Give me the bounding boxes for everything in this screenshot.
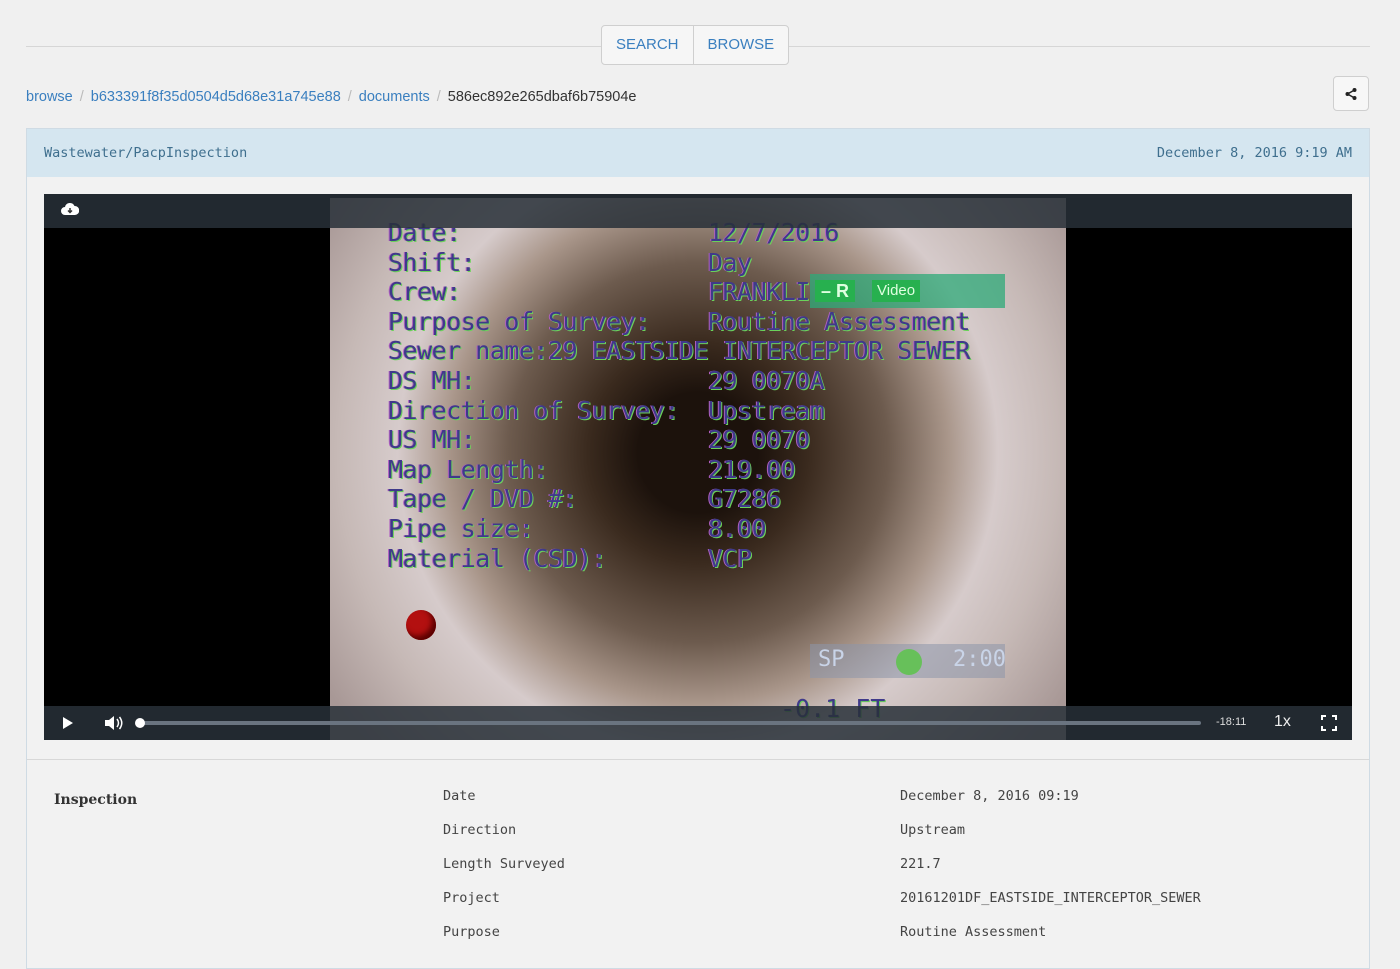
overlay-row: Pipe size: 8.00 <box>388 514 970 544</box>
overlay-value: Day <box>708 247 752 277</box>
detail-key: Length Surveyed <box>443 856 565 872</box>
overlay-row: Tape / DVD #: G7286 <box>388 484 970 514</box>
detail-key: Project <box>443 890 500 906</box>
overlay-row: DS MH: 29 0070A <box>388 366 970 396</box>
overlay-value: Routine Assessment <box>708 306 970 336</box>
document-date: December 8, 2016 9:19 AM <box>1156 145 1352 161</box>
detail-value: Routine Assessment <box>900 924 1047 940</box>
record-indicator-icon <box>406 610 436 640</box>
overlay-row: Direction of Survey: Upstream <box>388 396 970 426</box>
tab-browse[interactable]: BROWSE <box>692 26 789 64</box>
detail-value: 221.7 <box>900 856 941 872</box>
video-controls: -18:11 1x <box>44 706 1352 740</box>
detail-key: Date <box>443 788 476 804</box>
overlay-label: Material (CSD): <box>388 543 607 573</box>
video-sp-label: SP <box>818 647 845 672</box>
video-progress-bar[interactable] <box>135 718 1201 728</box>
breadcrumb-separator: / <box>347 89 352 105</box>
overlay-row: Sewer name:29 EASTSIDE INTERCEPTOR SEWER <box>388 336 971 366</box>
detail-value: December 8, 2016 09:19 <box>900 788 1079 804</box>
breadcrumb-separator: / <box>79 89 84 105</box>
video-top-bar <box>44 194 1352 228</box>
volume-icon[interactable] <box>104 715 124 731</box>
share-button[interactable] <box>1333 76 1369 111</box>
breadcrumb-link-browse[interactable]: browse <box>26 89 73 105</box>
overlay-value: FRANKLI <box>708 277 810 307</box>
detail-value: 20161201DF_EASTSIDE_INTERCEPTOR_SEWER <box>900 890 1201 906</box>
video-badge-video: Video <box>872 280 921 302</box>
video-progress-handle[interactable] <box>135 718 145 728</box>
tab-search[interactable]: SEARCH <box>602 26 693 64</box>
detail-key: Direction <box>443 822 517 838</box>
overlay-label: DS MH: <box>388 365 476 395</box>
overlay-row: US MH: 29 0070 <box>388 425 970 455</box>
overlay-value: 29 0070 <box>708 425 810 455</box>
inspection-details: Inspection Date December 8, 2016 09:19 Dir… <box>27 759 1369 940</box>
overlay-label: Map Length: <box>388 454 549 484</box>
breadcrumb-link-collection[interactable]: b633391f8f35d0504d5d68e31a745e88 <box>91 89 341 105</box>
overlay-value: Upstream <box>708 395 825 425</box>
video-text-overlay: Date: 12/7/2016 Shift: Day Crew: FRANKLI Purpo… <box>388 218 971 574</box>
breadcrumb-current: 586ec892e265dbaf6b75904e <box>447 89 637 105</box>
overlay-value: 219.00 <box>708 454 796 484</box>
detail-key: Purpose <box>443 924 500 940</box>
play-icon[interactable] <box>61 715 75 731</box>
overlay-label: Pipe size: <box>388 513 534 543</box>
share-icon <box>1345 87 1357 100</box>
panel-header: Wastewater/PacpInspection December 8, 20… <box>27 129 1369 177</box>
document-panel: Wastewater/PacpInspection December 8, 20… <box>26 128 1370 969</box>
document-type: Wastewater/PacpInspection <box>44 145 248 161</box>
video-player[interactable]: Date: 12/7/2016 Shift: Day Crew: FRANKLI Purpo… <box>44 194 1352 740</box>
detail-value: Upstream <box>900 822 966 838</box>
overlay-value: 29 0070A <box>708 365 825 395</box>
video-frame: Date: 12/7/2016 Shift: Day Crew: FRANKLI Purpo… <box>330 198 1066 740</box>
video-sp-time: 2:00 <box>953 647 1006 672</box>
overlay-label: Shift: <box>388 247 476 277</box>
cloud-download-icon[interactable] <box>61 202 79 216</box>
overlay-row: Map Length: 219.00 <box>388 455 970 485</box>
overlay-value: VCP <box>708 543 752 573</box>
video-badge-r: – R <box>815 280 856 302</box>
overlay-value: G7286 <box>708 484 781 514</box>
breadcrumb-link-documents[interactable]: documents <box>359 89 430 105</box>
overlay-value: 8.00 <box>708 513 767 543</box>
section-title: Inspection <box>54 792 138 808</box>
breadcrumb: browse / b633391f8f35d0504d5d68e31a745e8… <box>26 86 636 108</box>
playback-speed-button[interactable]: 1x <box>1274 713 1291 731</box>
overlay-label: Sewer name:29 EASTSIDE INTERCEPTOR SEWER <box>388 336 971 366</box>
overlay-label: Tape / DVD #: <box>388 484 578 514</box>
overlay-label: US MH: <box>388 425 476 455</box>
overlay-row: Shift: Day <box>388 248 970 278</box>
overlay-label: Crew: <box>388 277 461 307</box>
nav-tabs: SEARCH BROWSE <box>601 25 790 65</box>
video-remaining-time: -18:11 <box>1216 716 1247 728</box>
overlay-label: Direction of Survey: <box>388 395 680 425</box>
breadcrumb-separator: / <box>436 89 441 105</box>
fullscreen-icon[interactable] <box>1321 715 1337 731</box>
overlay-row: Purpose of Survey: Routine Assessment <box>388 307 970 337</box>
overlay-label: Purpose of Survey: <box>388 306 650 336</box>
overlay-row: Material (CSD): VCP <box>388 544 970 574</box>
video-sp-indicator-icon <box>896 649 922 675</box>
